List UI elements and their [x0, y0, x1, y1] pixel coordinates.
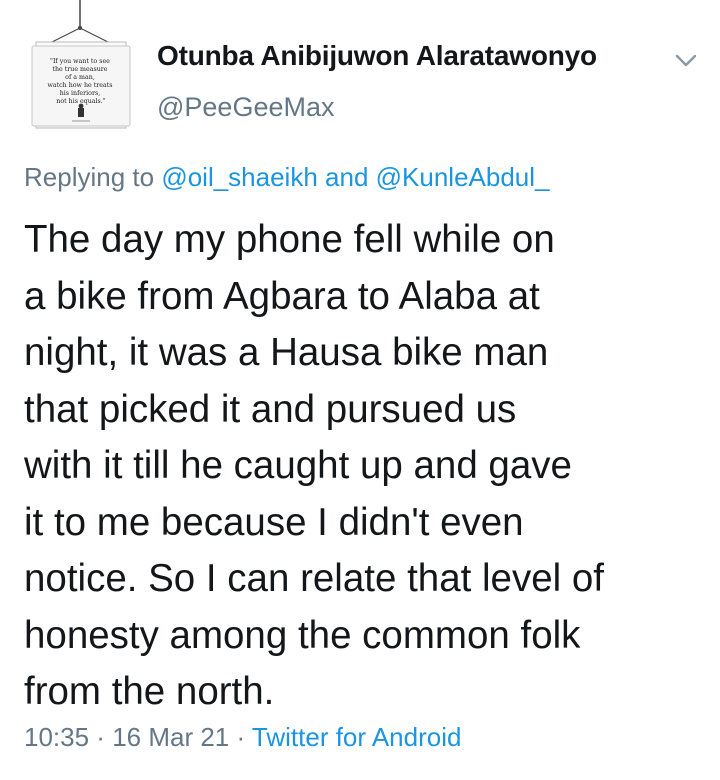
tweet-meta: 10:35 · 16 Mar 21 · Twitter for Android: [24, 722, 461, 753]
meta-separator: ·: [229, 722, 252, 752]
meta-separator: ·: [89, 722, 113, 752]
avatar-quote-line: watch how he treats: [47, 82, 112, 89]
avatar-quote-line: of a man,: [65, 74, 95, 81]
chevron-down-icon[interactable]: [668, 46, 704, 76]
avatar-quote-line: the true measure: [52, 66, 107, 73]
avatar[interactable]: "If you want to see the true measure of …: [22, 0, 138, 140]
avatar-image: "If you want to see the true measure of …: [31, 0, 131, 129]
mention-link[interactable]: @KunleAbdul_: [376, 162, 550, 192]
tweet-source-link[interactable]: Twitter for Android: [252, 722, 462, 752]
replying-to-label: Replying to: [24, 162, 155, 192]
replying-to-line: Replying to @oil_shaeikh and @KunleAbdul…: [24, 162, 550, 193]
tweet-date[interactable]: 16 Mar 21: [112, 722, 229, 752]
author-handle[interactable]: @PeeGeeMax: [157, 92, 335, 123]
avatar-quote-line: his inferiors,: [60, 90, 101, 97]
tweet-text: The day my phone fell while on a bike fr…: [24, 218, 604, 713]
author-display-name[interactable]: Otunba Anibijuwon Alaratawonyo: [157, 40, 597, 72]
replying-to-and: and: [325, 162, 369, 192]
avatar-quote-line: "If you want to see: [50, 58, 110, 65]
svg-text:"If you want to see the: "If you want to see the true measure of …: [47, 58, 114, 105]
mention-link[interactable]: @oil_shaeikh: [161, 162, 317, 192]
tweet-time[interactable]: 10:35: [24, 722, 89, 752]
